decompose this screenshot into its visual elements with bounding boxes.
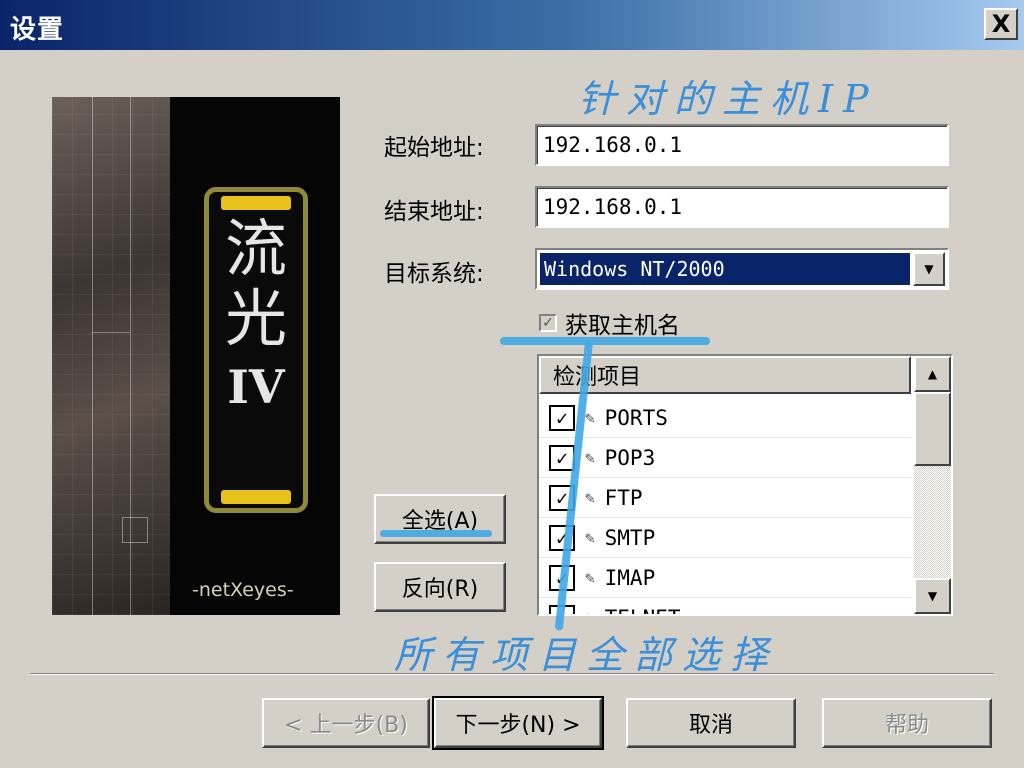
scroll-down-button[interactable]: ▼ <box>914 578 951 614</box>
close-button[interactable]: X <box>984 8 1018 40</box>
end-address-input[interactable]: 192.168.0.1 <box>535 186 949 228</box>
list-item[interactable]: ✓ ✎ SMTP <box>539 518 911 558</box>
list-item[interactable]: ✓ ✎ POP3 <box>539 438 911 478</box>
banner-image: 流 光 IV -netXeyes- <box>52 97 340 615</box>
list-item[interactable]: ✓ ✎ TELNET <box>539 598 911 615</box>
pen-icon: ✎ <box>585 408 595 427</box>
start-address-input[interactable]: 192.168.0.1 <box>535 124 949 166</box>
logo-bar-bottom <box>221 490 291 504</box>
pen-icon: ✎ <box>585 568 595 587</box>
annotation-stroke <box>380 530 492 537</box>
scroll-up-button[interactable]: ▲ <box>914 356 951 392</box>
chevron-down-icon: ▼ <box>927 589 938 603</box>
dropdown-button[interactable]: ▼ <box>913 252 945 286</box>
help-button[interactable]: 帮助 <box>822 698 992 748</box>
pen-icon: ✎ <box>585 608 595 614</box>
end-address-value: 192.168.0.1 <box>543 195 683 219</box>
back-label: < 上一步(B) <box>284 713 408 738</box>
next-label: 下一步(N) > <box>455 713 581 738</box>
logo-char-2: 光 <box>224 282 287 355</box>
list-column-header[interactable]: 检测项目 <box>539 356 911 394</box>
list-scrollbar[interactable]: ▲ ▼ <box>914 356 951 614</box>
chevron-down-icon: ▼ <box>924 262 934 276</box>
banner-photo <box>52 97 170 615</box>
invert-button[interactable]: 反向(R) <box>374 562 506 612</box>
list-item[interactable]: ✓ ✎ PORTS <box>539 398 911 438</box>
target-system-label: 目标系统: <box>384 261 484 287</box>
banner-line <box>92 97 93 615</box>
item-label: PORTS <box>604 405 668 430</box>
chevron-up-icon: ▲ <box>927 367 938 381</box>
list-item[interactable]: ✓ ✎ FTP <box>539 478 911 518</box>
start-address-label: 起始地址: <box>384 135 484 161</box>
annotation-stroke <box>500 337 710 345</box>
brand-text: -netXeyes- <box>192 579 294 601</box>
item-label: IMAP <box>604 565 656 590</box>
target-system-select[interactable]: Windows NT/2000 ▼ <box>535 248 949 290</box>
product-logo: 流 光 IV <box>204 187 308 513</box>
close-icon: X <box>991 10 1011 38</box>
item-label: TELNET <box>605 606 681 615</box>
cancel-label: 取消 <box>688 713 733 738</box>
pen-icon: ✎ <box>585 528 595 547</box>
target-system-value: Windows NT/2000 <box>539 252 911 286</box>
list-item[interactable]: ✓ ✎ IMAP <box>539 558 911 598</box>
logo-bar-top <box>221 196 291 210</box>
next-button[interactable]: 下一步(N) > <box>432 696 604 750</box>
annotation-select-all: 所有项目全部选择 <box>394 633 779 677</box>
pen-icon: ✎ <box>585 488 595 507</box>
scroll-thumb[interactable] <box>914 392 951 466</box>
window-title: 设置 <box>10 15 65 45</box>
get-hostname-checkbox[interactable]: ✓ 获取主机名 <box>539 306 680 340</box>
item-label: POP3 <box>604 445 656 470</box>
list-rows: ✓ ✎ PORTS ✓ ✎ POP3 ✓ ✎ FTP ✓ ✎ SMTP ✓ ✎ … <box>539 398 911 615</box>
start-address-value: 192.168.0.1 <box>543 133 683 157</box>
list-header-label: 检测项目 <box>553 365 642 390</box>
check-items-list[interactable]: 检测项目 ✓ ✎ PORTS ✓ ✎ POP3 ✓ ✎ FTP ✓ ✎ SMTP… <box>537 354 953 616</box>
end-address-label: 结束地址: <box>384 199 484 225</box>
logo-char-1: 流 <box>224 212 287 285</box>
cancel-button[interactable]: 取消 <box>626 698 796 748</box>
banner-line <box>122 517 148 543</box>
banner-line <box>92 332 130 333</box>
title-bar: 设置 X <box>0 0 1024 50</box>
item-label: SMTP <box>604 525 656 550</box>
logo-version: IV <box>227 360 285 414</box>
pen-icon: ✎ <box>585 448 595 467</box>
item-label: FTP <box>604 485 643 510</box>
annotation-target-host: 针对的主机IP <box>578 77 879 121</box>
help-label: 帮助 <box>884 713 929 738</box>
checkbox-icon[interactable]: ✓ <box>539 314 557 332</box>
back-button[interactable]: < 上一步(B) <box>262 698 430 748</box>
item-checkbox[interactable]: ✓ <box>549 404 575 431</box>
invert-label: 反向(R) <box>401 577 479 602</box>
get-hostname-label: 获取主机名 <box>565 313 680 339</box>
